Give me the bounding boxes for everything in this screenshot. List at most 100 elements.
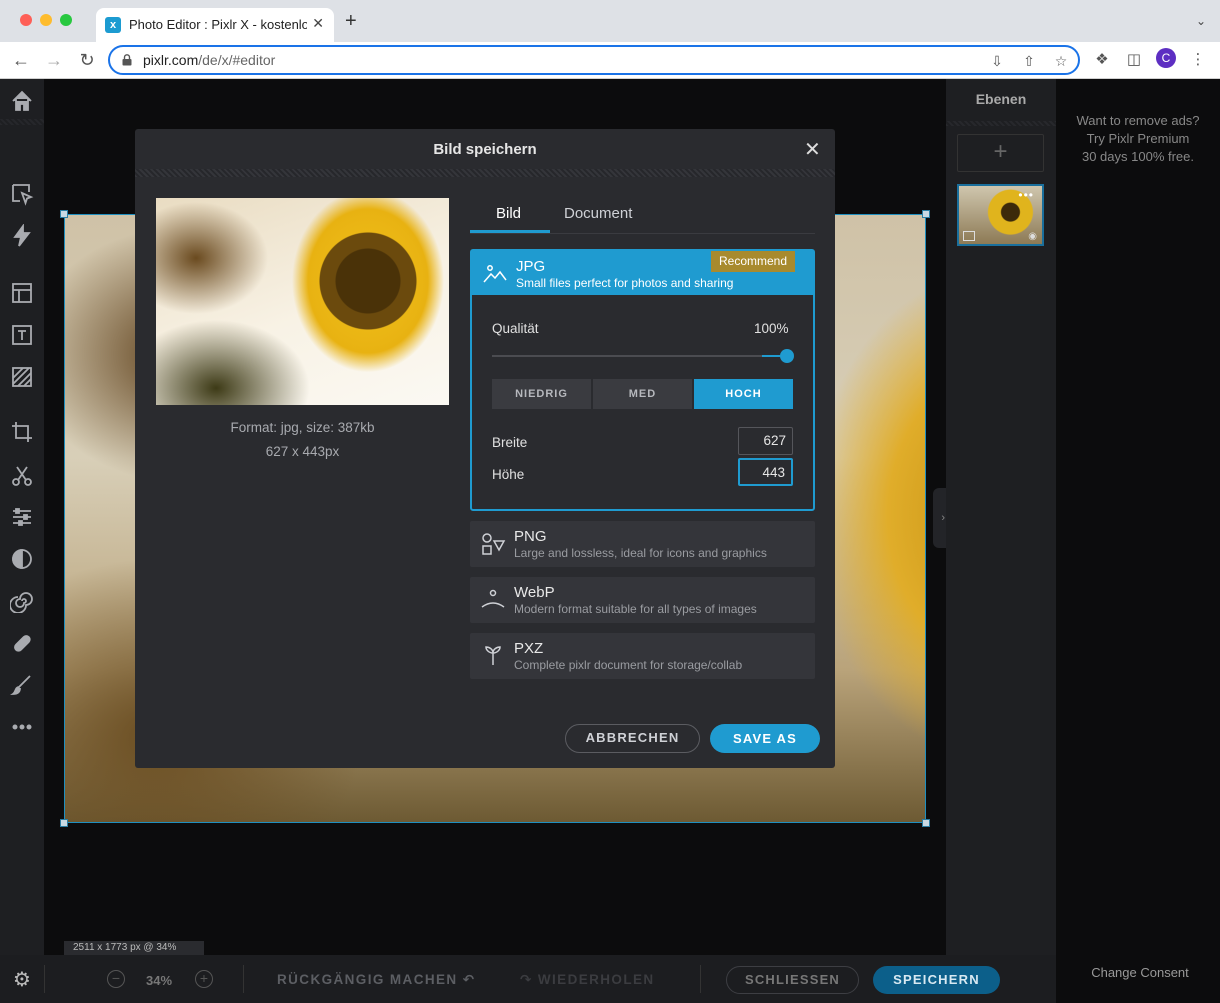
pixlr-favicon-icon: x [105, 17, 121, 33]
format-option-webp[interactable]: WebP Modern format suitable for all type… [470, 577, 815, 623]
active-tab-indicator [470, 230, 550, 233]
close-window-button[interactable] [20, 14, 32, 26]
reload-icon[interactable]: ↻ [76, 49, 98, 71]
extensions-puzzle-icon[interactable]: ❖ [1092, 50, 1112, 70]
divider [700, 965, 701, 993]
jpg-header[interactable]: JPG Small files perfect for photos and s… [472, 251, 813, 295]
quick-action-icon[interactable] [10, 224, 34, 248]
retouch-icon[interactable] [10, 631, 34, 655]
undo-label: RÜCKGÄNGIG MACHEN [277, 972, 458, 987]
install-app-icon[interactable]: ⇩ [988, 52, 1006, 70]
side-panel-icon[interactable]: ◫ [1124, 50, 1144, 70]
chevron-down-icon[interactable]: ⌄ [1196, 14, 1206, 28]
share-icon[interactable]: ⇧ [1020, 52, 1038, 70]
bottom-bar: ⚙ − 34% + RÜCKGÄNGIG MACHEN ↶ ↷ WIEDERHO… [0, 955, 1056, 1003]
left-toolbar [0, 79, 44, 1003]
redo-label: WIEDERHOLEN [537, 972, 655, 987]
dimensions-text: 627 x 443px [265, 444, 340, 459]
liquify-icon[interactable] [10, 589, 34, 613]
save-button[interactable]: SPEICHERN [873, 966, 1000, 994]
browser-tab[interactable]: x Photo Editor : Pixlr X - kostenlo ✕ [96, 8, 334, 42]
cancel-button[interactable]: ABBRECHEN [565, 724, 700, 753]
ad-panel: Want to remove ads? Try Pixlr Premium 30… [1056, 79, 1220, 1003]
browser-toolbar: ← → ↻ pixlr.com/de/x/#editor ⇩ ⇧ ☆ ❖ ◫ ⋮ [0, 42, 1220, 79]
new-tab-button[interactable]: + [345, 11, 357, 31]
pattern-icon[interactable] [10, 365, 34, 389]
format-name: PXZ [514, 640, 544, 657]
recommend-badge: Recommend [711, 251, 795, 272]
more-icon[interactable] [10, 715, 34, 739]
forward-icon[interactable]: → [43, 49, 65, 71]
tab-close-icon[interactable]: ✕ [312, 15, 324, 32]
width-input[interactable]: 627 [738, 427, 793, 455]
layers-panel: Ebenen + ••• ◉ [946, 79, 1056, 955]
visibility-eye-icon[interactable]: ◉ [1028, 231, 1037, 242]
zoom-level: 34% [146, 973, 173, 988]
save-image-dialog: Bild speichern ✕ Format: jpg, size: 387k… [135, 129, 835, 768]
zoom-out-icon[interactable]: − [107, 970, 125, 988]
divider [243, 965, 244, 993]
gear-icon[interactable]: ⚙ [11, 969, 33, 991]
close-editor-button[interactable]: SCHLIESSEN [726, 966, 859, 994]
quality-slider-knob[interactable] [780, 349, 794, 363]
panel-collapse-toggle[interactable]: › [933, 488, 946, 548]
quality-label: Qualität [492, 321, 539, 336]
quality-slider-track[interactable] [492, 355, 785, 357]
close-icon[interactable]: ✕ [804, 137, 821, 162]
maximize-window-button[interactable] [60, 14, 72, 26]
change-consent-link[interactable]: Change Consent [1056, 965, 1220, 980]
address-bar[interactable]: pixlr.com/de/x/#editor ⇩ ⇧ ☆ [108, 45, 1080, 75]
preset-hoch-button[interactable]: HOCH [694, 379, 793, 409]
resize-handle[interactable] [60, 210, 68, 218]
image-landscape-icon [482, 261, 508, 287]
tab-bild[interactable]: Bild [496, 205, 521, 222]
divider [44, 965, 45, 993]
draw-icon[interactable] [10, 673, 34, 697]
preset-med-button[interactable]: MED [593, 379, 692, 409]
format-option-png[interactable]: PNG Large and lossless, ideal for icons … [470, 521, 815, 567]
layer-thumbnail[interactable]: ••• ◉ [957, 184, 1044, 246]
browser-menu-icon[interactable]: ⋮ [1188, 50, 1208, 70]
format-option-jpg[interactable]: JPG Small files perfect for photos and s… [470, 249, 815, 511]
resize-handle[interactable] [60, 819, 68, 827]
home-icon[interactable] [10, 89, 34, 113]
resize-handle[interactable] [922, 210, 930, 218]
resize-handle[interactable] [922, 819, 930, 827]
zoom-in-icon[interactable]: + [195, 970, 213, 988]
format-description: Complete pixlr document for storage/coll… [514, 658, 743, 672]
minimize-window-button[interactable] [40, 14, 52, 26]
dialog-divider [135, 169, 835, 177]
preset-niedrig-button[interactable]: NIEDRIG [492, 379, 591, 409]
filter-icon[interactable] [10, 547, 34, 571]
layout-icon[interactable] [10, 281, 34, 305]
back-icon[interactable]: ← [10, 49, 32, 71]
tab-document[interactable]: Document [564, 205, 632, 222]
ad-line: Try Pixlr Premium [1086, 131, 1190, 146]
tabs-baseline [470, 233, 815, 234]
format-name: JPG [516, 258, 546, 275]
adjust-icon[interactable] [10, 505, 34, 529]
crop-icon[interactable] [10, 420, 34, 444]
webp-icon [480, 587, 506, 613]
text-icon[interactable] [10, 323, 34, 347]
undo-button[interactable]: RÜCKGÄNGIG MACHEN ↶ [277, 972, 475, 988]
url-path: /de/x/#editor [198, 52, 276, 68]
format-option-pxz[interactable]: PXZ Complete pixlr document for storage/… [470, 633, 815, 679]
bookmark-star-icon[interactable]: ☆ [1052, 52, 1070, 70]
add-layer-button[interactable]: + [957, 134, 1044, 172]
format-description: Large and lossless, ideal for icons and … [514, 546, 767, 560]
url-host: pixlr.com [143, 52, 199, 68]
layer-more-icon[interactable]: ••• [1018, 188, 1034, 202]
height-label: Höhe [492, 467, 525, 482]
dialog-title: Bild speichern [433, 141, 537, 158]
ad-text[interactable]: Want to remove ads? Try Pixlr Premium 30… [1056, 112, 1220, 166]
redo-button[interactable]: ↷ WIEDERHOLEN [520, 972, 655, 988]
save-as-button[interactable]: SAVE AS [710, 724, 820, 753]
undo-icon: ↶ [462, 972, 476, 987]
format-size-text: Format: jpg, size: 387kb [230, 420, 375, 435]
height-input[interactable]: 443 [738, 458, 793, 486]
arrange-icon[interactable] [10, 182, 34, 206]
format-name: PNG [514, 528, 547, 545]
cutout-icon[interactable] [10, 464, 34, 488]
profile-avatar[interactable]: C [1156, 48, 1176, 68]
